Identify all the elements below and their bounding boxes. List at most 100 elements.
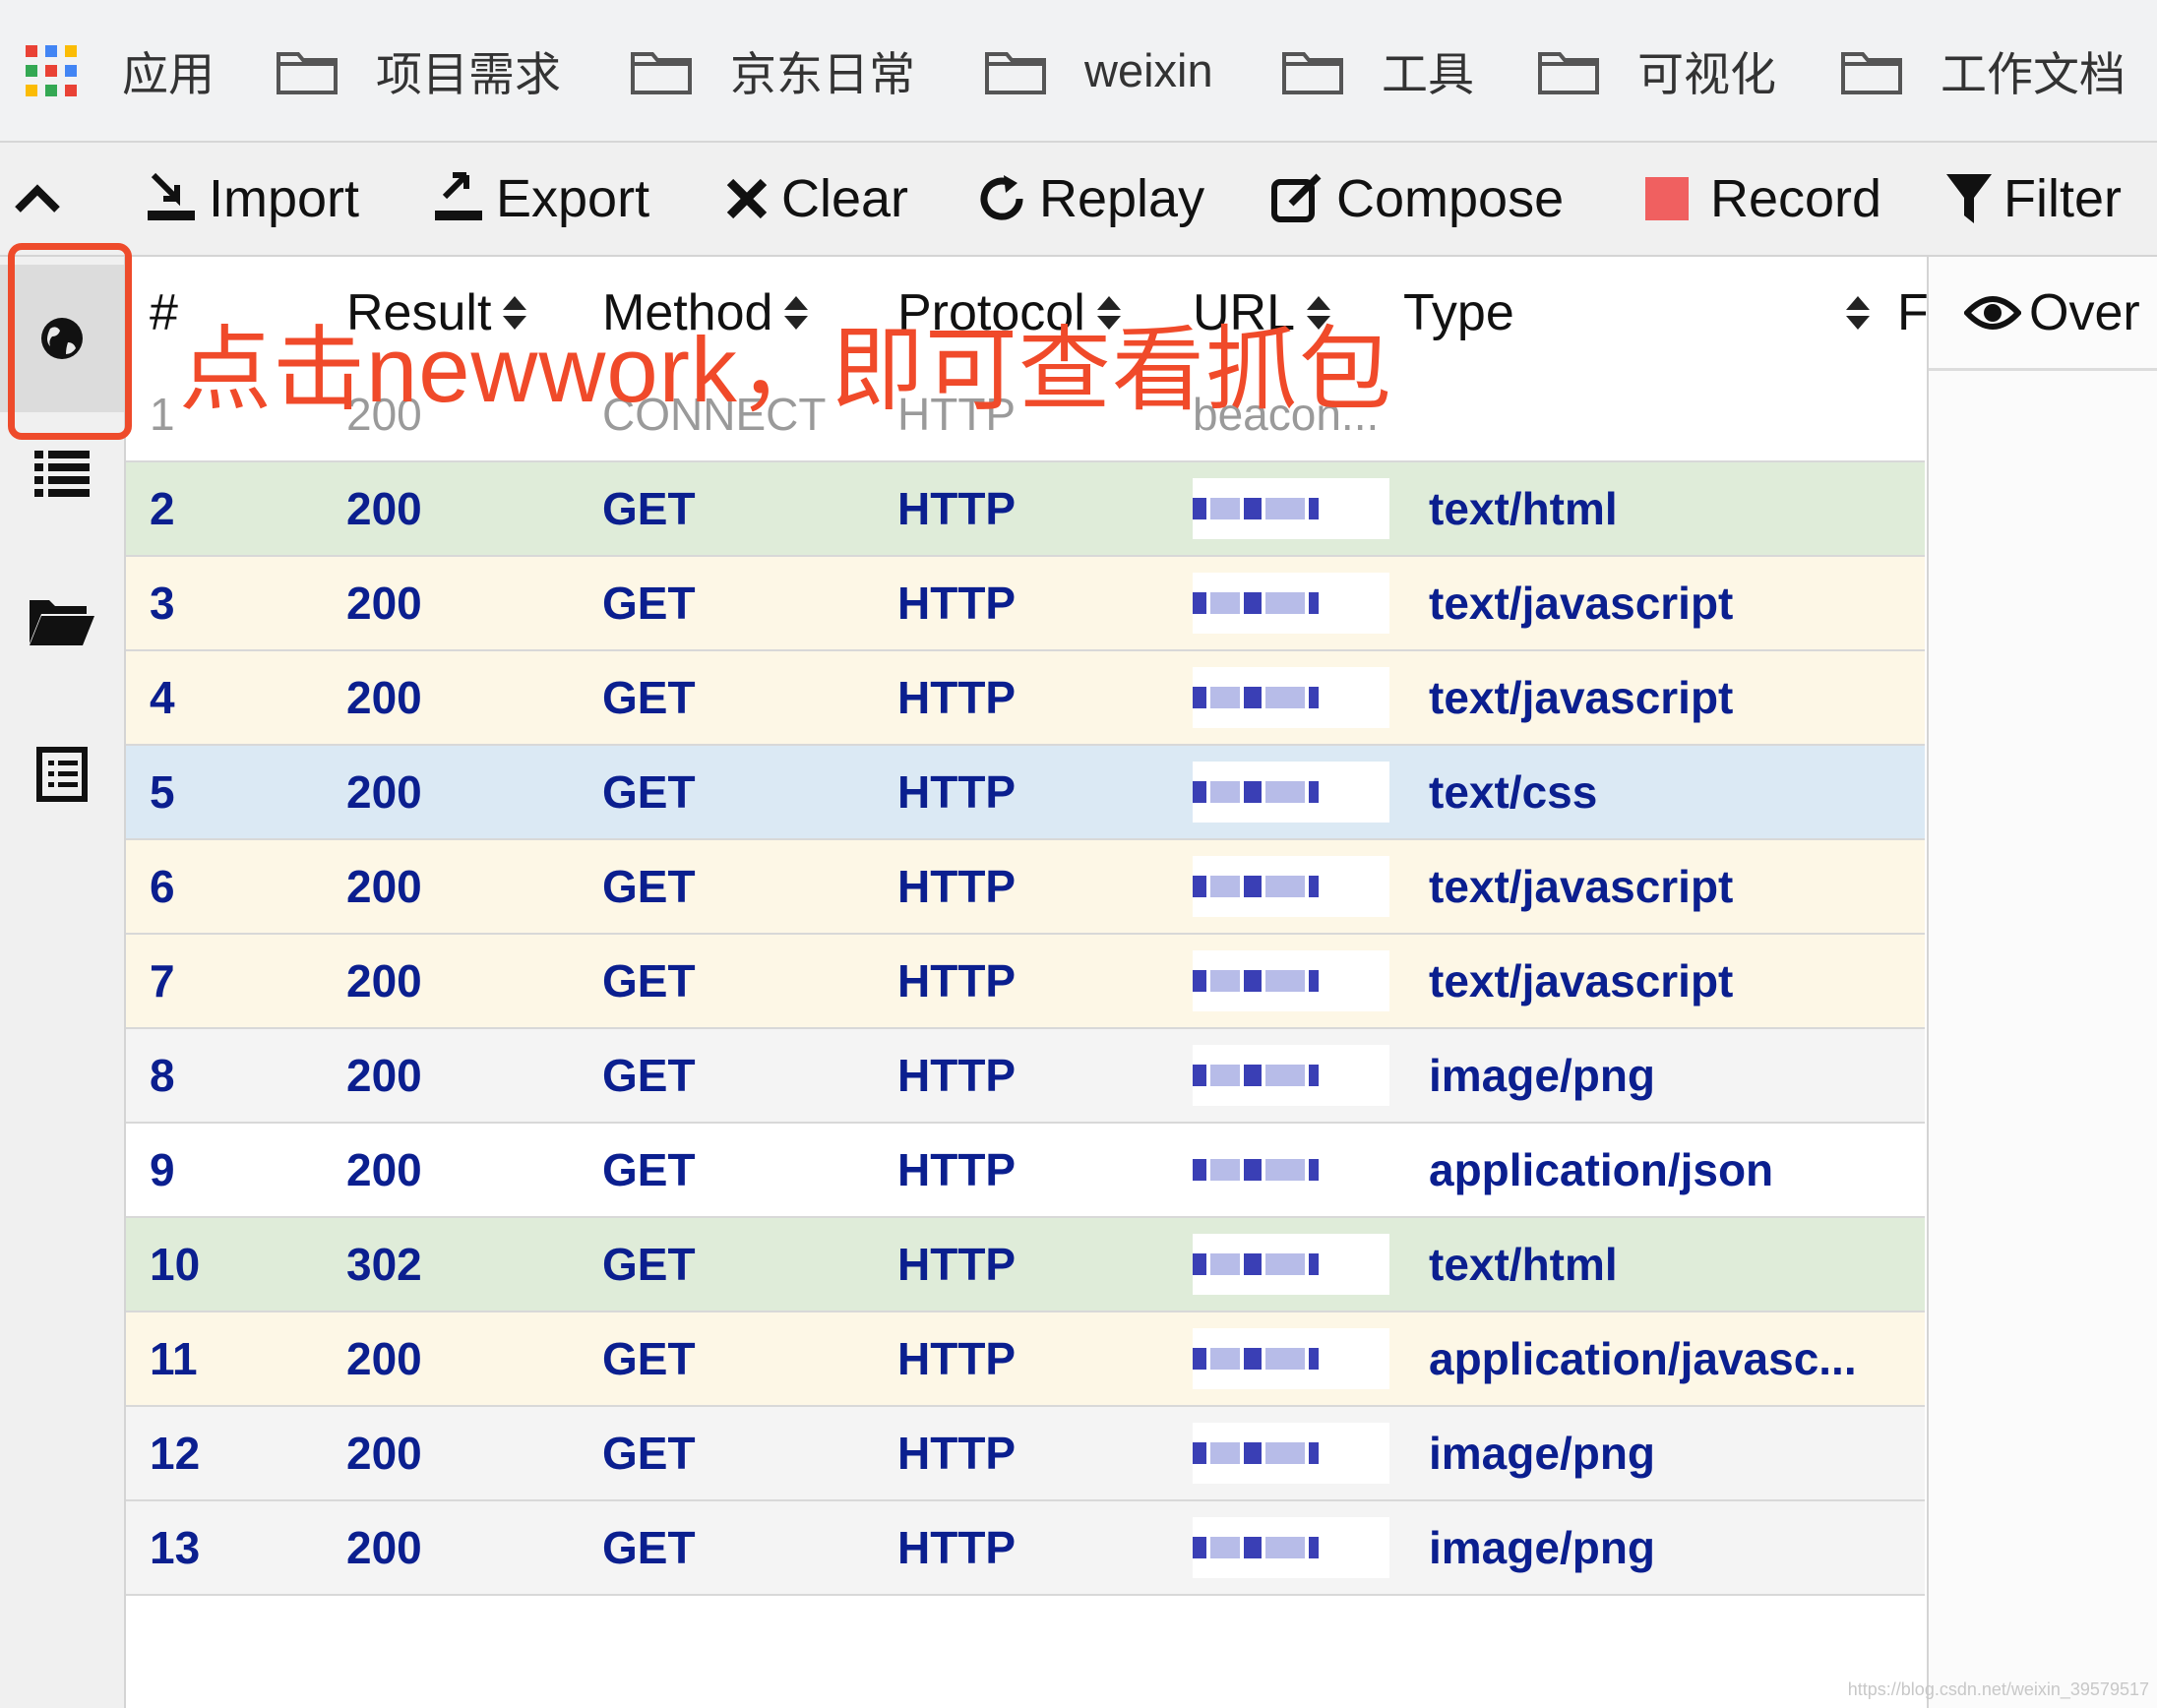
- cell-result: 200: [346, 483, 422, 534]
- bookmark-folder-label: 工具: [1382, 48, 1474, 100]
- cell-num: 6: [150, 861, 175, 912]
- bookmark-folder-6[interactable]: 工作文档: [1840, 0, 2126, 141]
- cell-num: 3: [150, 578, 175, 629]
- import-icon: [148, 172, 195, 220]
- apps-label: 应用: [122, 48, 215, 100]
- bookmark-folder-label: 项目需求: [376, 48, 561, 100]
- close-icon: [726, 178, 768, 219]
- cell-protocol: HTTP: [897, 766, 1017, 818]
- cell-type: text/javascript: [1429, 955, 1734, 1006]
- cell-num: 13: [150, 1522, 201, 1573]
- col-type-label: Type: [1403, 283, 1514, 341]
- table-row[interactable]: 10 302 GET HTTP text/html: [126, 1218, 1925, 1312]
- bookmark-folder-4[interactable]: 工具: [1281, 0, 1474, 141]
- table-row[interactable]: 4 200 GET HTTP text/javascript: [126, 651, 1925, 746]
- col-type-header[interactable]: Type: [1403, 257, 1514, 368]
- folder-icon: [1538, 51, 1599, 94]
- redacted-url: [1193, 1328, 1389, 1389]
- cell-num: 12: [150, 1428, 201, 1479]
- table-row[interactable]: 8 200 GET HTTP image/png: [126, 1029, 1925, 1124]
- cell-num: 8: [150, 1050, 175, 1101]
- replay-label: Replay: [1039, 169, 1205, 228]
- cell-result: 200: [346, 672, 422, 723]
- sort-icon: [1846, 295, 1870, 330]
- col-extra-label: F: [1897, 283, 1929, 341]
- cell-protocol: HTTP: [897, 955, 1017, 1006]
- redacted-url: [1193, 762, 1389, 823]
- cell-protocol: HTTP: [897, 672, 1017, 723]
- table-row[interactable]: 13 200 GET HTTP image/png: [126, 1501, 1925, 1596]
- cell-type: text/html: [1429, 1239, 1618, 1290]
- col-extra-header[interactable]: F: [1897, 257, 1929, 368]
- clear-label: Clear: [781, 169, 909, 228]
- cell-protocol: HTTP: [897, 1144, 1017, 1195]
- clear-button[interactable]: Clear: [722, 143, 908, 255]
- cell-result: 200: [346, 1144, 422, 1195]
- col-num-label: #: [150, 283, 178, 341]
- folder-tab[interactable]: [0, 562, 124, 680]
- cell-result: 200: [346, 861, 422, 912]
- export-label: Export: [496, 169, 650, 228]
- table-row[interactable]: 6 200 GET HTTP text/javascript: [126, 840, 1925, 935]
- bookmark-folder-1[interactable]: 项目需求: [276, 0, 561, 141]
- bookmark-folder-3[interactable]: weixin: [984, 0, 1213, 141]
- cell-method: GET: [602, 1050, 696, 1101]
- table-row[interactable]: 3 200 GET HTTP text/javascript: [126, 557, 1925, 651]
- overview-tab[interactable]: Over: [1929, 257, 2157, 371]
- cell-result: 200: [346, 1522, 422, 1573]
- export-icon: [435, 172, 482, 220]
- cell-num: 10: [150, 1239, 201, 1290]
- cell-protocol: HTTP: [897, 861, 1017, 912]
- cell-method: GET: [602, 1144, 696, 1195]
- record-button[interactable]: Record: [1645, 143, 1881, 255]
- apps-shortcut[interactable]: 应用: [26, 0, 215, 141]
- table-row[interactable]: 12 200 GET HTTP image/png: [126, 1407, 1925, 1501]
- folder-icon: [1841, 51, 1902, 94]
- cell-method: GET: [602, 1333, 696, 1384]
- cell-result: 302: [346, 1239, 422, 1290]
- col-num-header[interactable]: #: [150, 257, 178, 368]
- table-row[interactable]: 5 200 GET HTTP text/css: [126, 746, 1925, 840]
- cell-num: 5: [150, 766, 175, 818]
- export-button[interactable]: Export: [431, 143, 649, 255]
- import-button[interactable]: Import: [144, 143, 359, 255]
- annotation-text: 点击newwork，即可查看抓包: [179, 318, 1392, 421]
- bookmark-folder-label: 京东日常: [730, 48, 915, 100]
- cell-protocol: HTTP: [897, 483, 1017, 534]
- document-list-icon: [36, 747, 88, 802]
- cell-protocol: HTTP: [897, 1522, 1017, 1573]
- cell-method: GET: [602, 672, 696, 723]
- highlight-box: [8, 243, 132, 440]
- table-row[interactable]: 11 200 GET HTTP application/javasc...: [126, 1312, 1925, 1407]
- replay-button[interactable]: Replay: [974, 143, 1204, 255]
- filter-icon: [1946, 174, 1992, 223]
- replay-icon: [980, 175, 1023, 220]
- table-row[interactable]: 2 200 GET HTTP text/html: [126, 462, 1925, 557]
- filter-label: Filter: [2003, 169, 2122, 228]
- chevron-up-icon[interactable]: [12, 178, 63, 217]
- col-type-sort[interactable]: [1834, 257, 1870, 368]
- compose-button[interactable]: Compose: [1269, 143, 1564, 255]
- table-row[interactable]: 9 200 GET HTTP application/json: [126, 1124, 1925, 1218]
- overview-label: Over: [2029, 283, 2140, 341]
- cell-type: application/javasc...: [1429, 1333, 1857, 1384]
- cell-method: GET: [602, 1428, 696, 1479]
- left-sidebar: [0, 257, 126, 1708]
- table-row[interactable]: 7 200 GET HTTP text/javascript: [126, 935, 1925, 1029]
- eye-icon: [1964, 295, 2021, 330]
- cell-num: 9: [150, 1144, 175, 1195]
- redacted-url: [1193, 950, 1389, 1011]
- cell-type: image/png: [1429, 1428, 1656, 1479]
- compose-label: Compose: [1336, 169, 1565, 228]
- cell-num: 4: [150, 672, 175, 723]
- log-tab[interactable]: [0, 715, 124, 833]
- compose-icon: [1271, 173, 1322, 222]
- watermark: https://blog.csdn.net/weixin_39579517: [1847, 1679, 2149, 1699]
- bookmark-folder-5[interactable]: 可视化: [1537, 0, 1776, 141]
- bookmark-folder-2[interactable]: 京东日常: [630, 0, 915, 141]
- cell-method: GET: [602, 1239, 696, 1290]
- redacted-url: [1193, 1234, 1389, 1295]
- filter-button[interactable]: Filter: [1944, 143, 2122, 255]
- folder-icon: [985, 51, 1046, 94]
- toolbar: Import Export Clear Replay Compose Recor…: [0, 143, 2157, 257]
